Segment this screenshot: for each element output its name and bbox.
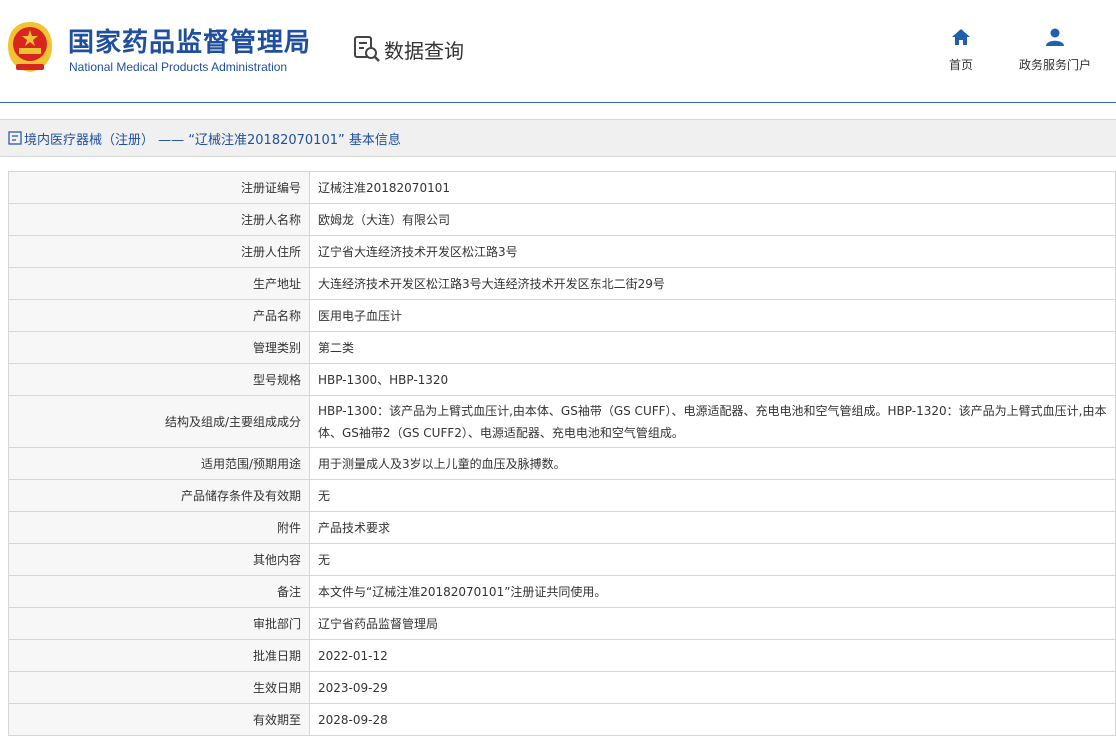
table-row: 备注 本文件与“辽械注准20182070101”注册证共同使用。: [8, 575, 1116, 608]
row-label: 生产地址: [8, 267, 310, 300]
site-subtitle: National Medical Products Administration: [69, 60, 288, 74]
home-icon: [952, 29, 970, 45]
info-table: 注册证编号 辽械注准20182070101 注册人名称 欧姆龙（大连）有限公司 注册…: [8, 171, 1116, 736]
row-label: 生效日期: [8, 671, 310, 704]
table-row: 有效期至 2028-09-28: [8, 703, 1116, 736]
site-title: 国家药品监督管理局: [68, 28, 312, 58]
row-label: 产品储存条件及有效期: [8, 479, 310, 512]
table-row: 管理类别 第二类: [8, 331, 1116, 364]
table-row: 审批部门 辽宁省药品监督管理局: [8, 607, 1116, 640]
table-row: 批准日期 2022-01-12: [8, 639, 1116, 672]
user-icon: [1046, 28, 1064, 46]
row-label: 适用范围/预期用途: [8, 447, 310, 480]
row-value: HBP-1300、HBP-1320: [309, 363, 1116, 396]
row-label: 批准日期: [8, 639, 310, 672]
nav-service-label: 政务服务门户: [1018, 58, 1091, 72]
table-row: 产品储存条件及有效期无: [8, 479, 1116, 512]
row-value: 辽宁省大连经济技术开发区松江路3号: [309, 235, 1116, 268]
table-row: 生产地址 大连经济技术开发区松江路3号大连经济技术开发区东北二街29号: [8, 267, 1116, 300]
table-row: 其他内容无: [8, 543, 1116, 576]
table-row: 型号规格 HBP-1300、HBP-1320: [8, 363, 1116, 396]
nav-service-portal[interactable]: 政务服务门户: [1010, 28, 1100, 73]
row-label: 审批部门: [8, 607, 310, 640]
row-label: 注册人住所: [8, 235, 310, 268]
table-row: 产品名称 医用电子血压计: [8, 299, 1116, 332]
table-row: 注册证编号 辽械注准20182070101: [8, 171, 1116, 204]
emblem-icon: [8, 22, 52, 72]
row-label: 备注: [8, 575, 310, 608]
table-row: 适用范围/预期用途 用于测量成人及3岁以上儿童的血压及脉搏数。: [8, 447, 1116, 480]
site-header: 国家药品监督管理局 National Medical Products Admi…: [0, 0, 1116, 102]
row-value: 欧姆龙（大连）有限公司: [309, 203, 1116, 236]
row-value: HBP-1300：该产品为上臂式血压计,由本体、GS袖带（GS CUFF）、电源…: [309, 395, 1116, 448]
row-value: 用于测量成人及3岁以上儿童的血压及脉搏数。: [309, 447, 1116, 480]
row-value: 无: [309, 479, 1116, 512]
table-row: 生效日期 2023-09-29: [8, 671, 1116, 704]
row-value: 医用电子血压计: [309, 299, 1116, 332]
row-value: 产品技术要求: [309, 511, 1116, 544]
row-value: 辽械注准20182070101: [309, 171, 1116, 204]
table-row: 结构及组成/主要组成成分 HBP-1300：该产品为上臂式血压计,由本体、GS袖带…: [8, 395, 1116, 448]
row-value: 第二类: [309, 331, 1116, 364]
breadcrumb-text: 境内医疗器械（注册） —— “辽械注准20182070101” 基本信息: [24, 132, 401, 148]
row-label: 注册证编号: [8, 171, 310, 204]
row-label: 有效期至: [8, 703, 310, 736]
row-label: 结构及组成/主要组成成分: [8, 395, 310, 448]
row-value: 2028-09-28: [309, 703, 1116, 736]
row-value: 大连经济技术开发区松江路3号大连经济技术开发区东北二街29号: [309, 267, 1116, 300]
document-icon: [8, 131, 22, 145]
nav-home[interactable]: 首页: [938, 28, 984, 73]
data-query-link[interactable]: 数据查询: [352, 34, 464, 64]
nav-home-label: 首页: [948, 58, 973, 72]
row-label: 附件: [8, 511, 310, 544]
row-value: 2022-01-12: [309, 639, 1116, 672]
row-label: 管理类别: [8, 331, 310, 364]
table-row: 附件 产品技术要求: [8, 511, 1116, 544]
table-row: 注册人名称 欧姆龙（大连）有限公司: [8, 203, 1116, 236]
row-label: 其他内容: [8, 543, 310, 576]
row-label: 注册人名称: [8, 203, 310, 236]
row-value: 本文件与“辽械注准20182070101”注册证共同使用。: [309, 575, 1116, 608]
row-label: 型号规格: [8, 363, 310, 396]
row-value: 2023-09-29: [309, 671, 1116, 704]
row-label: 产品名称: [8, 299, 310, 332]
row-value: 无: [309, 543, 1116, 576]
row-value: 辽宁省药品监督管理局: [309, 607, 1116, 640]
data-query-icon: [354, 36, 380, 62]
table-row: 注册人住所 辽宁省大连经济技术开发区松江路3号: [8, 235, 1116, 268]
breadcrumb: 境内医疗器械（注册） —— “辽械注准20182070101” 基本信息: [0, 119, 1116, 157]
data-query-label: 数据查询: [384, 38, 464, 63]
